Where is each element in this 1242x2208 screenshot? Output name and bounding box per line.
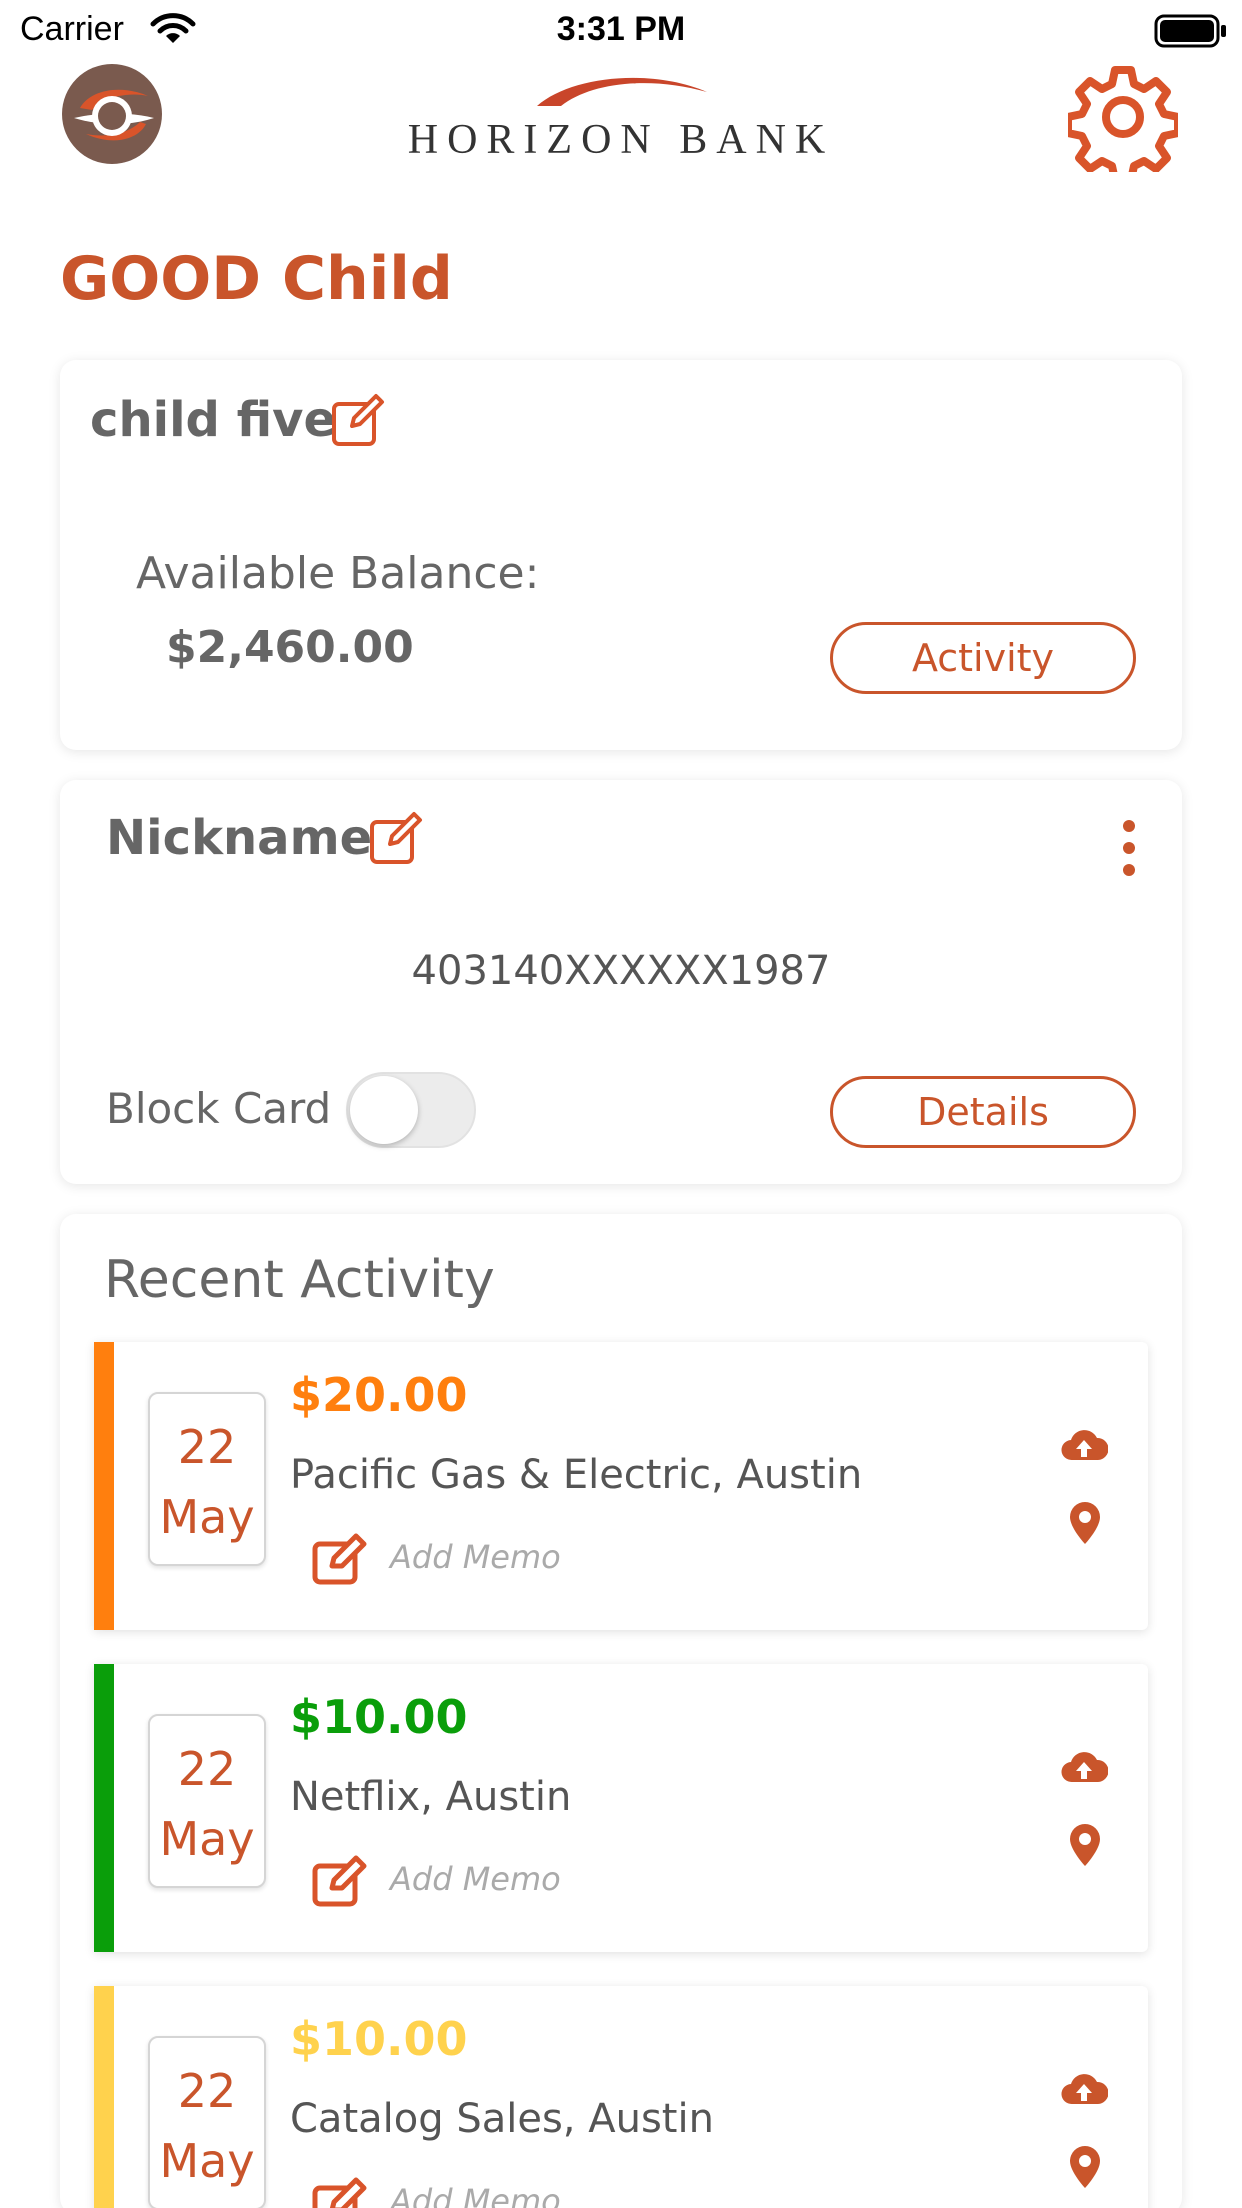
add-memo-link[interactable]: Add Memo xyxy=(390,1860,561,1898)
transaction-status-bar xyxy=(94,1342,114,1630)
card-nickname: Nickname xyxy=(106,810,373,866)
date-box: 22 May xyxy=(148,1714,266,1888)
battery-icon xyxy=(1154,14,1228,52)
card-number: 403140XXXXXX1987 xyxy=(411,948,831,994)
date-day: 22 xyxy=(177,2064,237,2118)
brand-swoosh xyxy=(0,70,1242,114)
transaction-item[interactable]: 22 May $20.00 Pacific Gas & Electric, Au… xyxy=(94,1342,1148,1630)
transaction-item[interactable]: 22 May $10.00 Netflix, Austin Add Memo xyxy=(94,1664,1148,1952)
date-box: 22 May xyxy=(148,1392,266,1566)
date-month: May xyxy=(159,2134,255,2188)
more-options-icon[interactable] xyxy=(1114,818,1144,878)
transaction-merchant: Pacific Gas & Electric, Austin xyxy=(290,1452,863,1498)
date-month: May xyxy=(159,1490,255,1544)
toggle-knob xyxy=(350,1076,418,1144)
status-bar: Carrier 3:31 PM xyxy=(0,0,1242,62)
location-pin-icon[interactable] xyxy=(1068,1500,1102,1550)
cloud-upload-icon[interactable] xyxy=(1060,2072,1109,2110)
available-balance-value: $2,460.00 xyxy=(166,622,414,673)
brand-name: HORIZON BANK xyxy=(407,117,835,163)
page-title: GOOD Child xyxy=(60,244,453,314)
edit-memo-icon[interactable] xyxy=(312,2176,370,2208)
details-button[interactable]: Details xyxy=(830,1076,1136,1148)
transaction-amount: $10.00 xyxy=(290,1690,468,1744)
card-panel: Nickname 403140XXXXXX1987 Block Card Det… xyxy=(60,780,1182,1184)
add-memo-link[interactable]: Add Memo xyxy=(390,1538,561,1576)
date-day: 22 xyxy=(177,1742,237,1796)
account-name: child five xyxy=(90,392,337,448)
transaction-amount: $10.00 xyxy=(290,2012,468,2066)
transaction-status-bar xyxy=(94,1986,114,2208)
add-memo-link[interactable]: Add Memo xyxy=(390,2182,561,2208)
cloud-upload-icon[interactable] xyxy=(1060,1428,1109,1466)
block-card-label: Block Card xyxy=(106,1084,332,1133)
gear-icon[interactable] xyxy=(1064,62,1182,184)
app-header: HORIZON BANK xyxy=(0,62,1242,184)
recent-activity-title: Recent Activity xyxy=(104,1250,495,1310)
edit-icon[interactable] xyxy=(330,392,386,452)
transaction-merchant: Catalog Sales, Austin xyxy=(290,2096,714,2142)
edit-icon[interactable] xyxy=(368,810,424,870)
edit-memo-icon[interactable] xyxy=(312,1854,370,1912)
transaction-amount: $20.00 xyxy=(290,1368,468,1422)
recent-activity-card: Recent Activity 22 May $20.00 Pacific Ga… xyxy=(60,1214,1182,2208)
date-month: May xyxy=(159,1812,255,1866)
account-card: child five Available Balance: $2,460.00 … xyxy=(60,360,1182,750)
location-pin-icon[interactable] xyxy=(1068,2144,1102,2194)
activity-button[interactable]: Activity xyxy=(830,622,1136,694)
location-pin-icon[interactable] xyxy=(1068,1822,1102,1872)
date-day: 22 xyxy=(177,1420,237,1474)
transaction-merchant: Netflix, Austin xyxy=(290,1774,572,1820)
available-balance-label: Available Balance: xyxy=(136,548,540,599)
date-box: 22 May xyxy=(148,2036,266,2208)
clock: 3:31 PM xyxy=(556,10,686,48)
transaction-status-bar xyxy=(94,1664,114,1952)
block-card-toggle[interactable] xyxy=(346,1072,476,1148)
cloud-upload-icon[interactable] xyxy=(1060,1750,1109,1788)
transaction-item[interactable]: 22 May $10.00 Catalog Sales, Austin Add … xyxy=(94,1986,1148,2208)
edit-memo-icon[interactable] xyxy=(312,1532,370,1590)
